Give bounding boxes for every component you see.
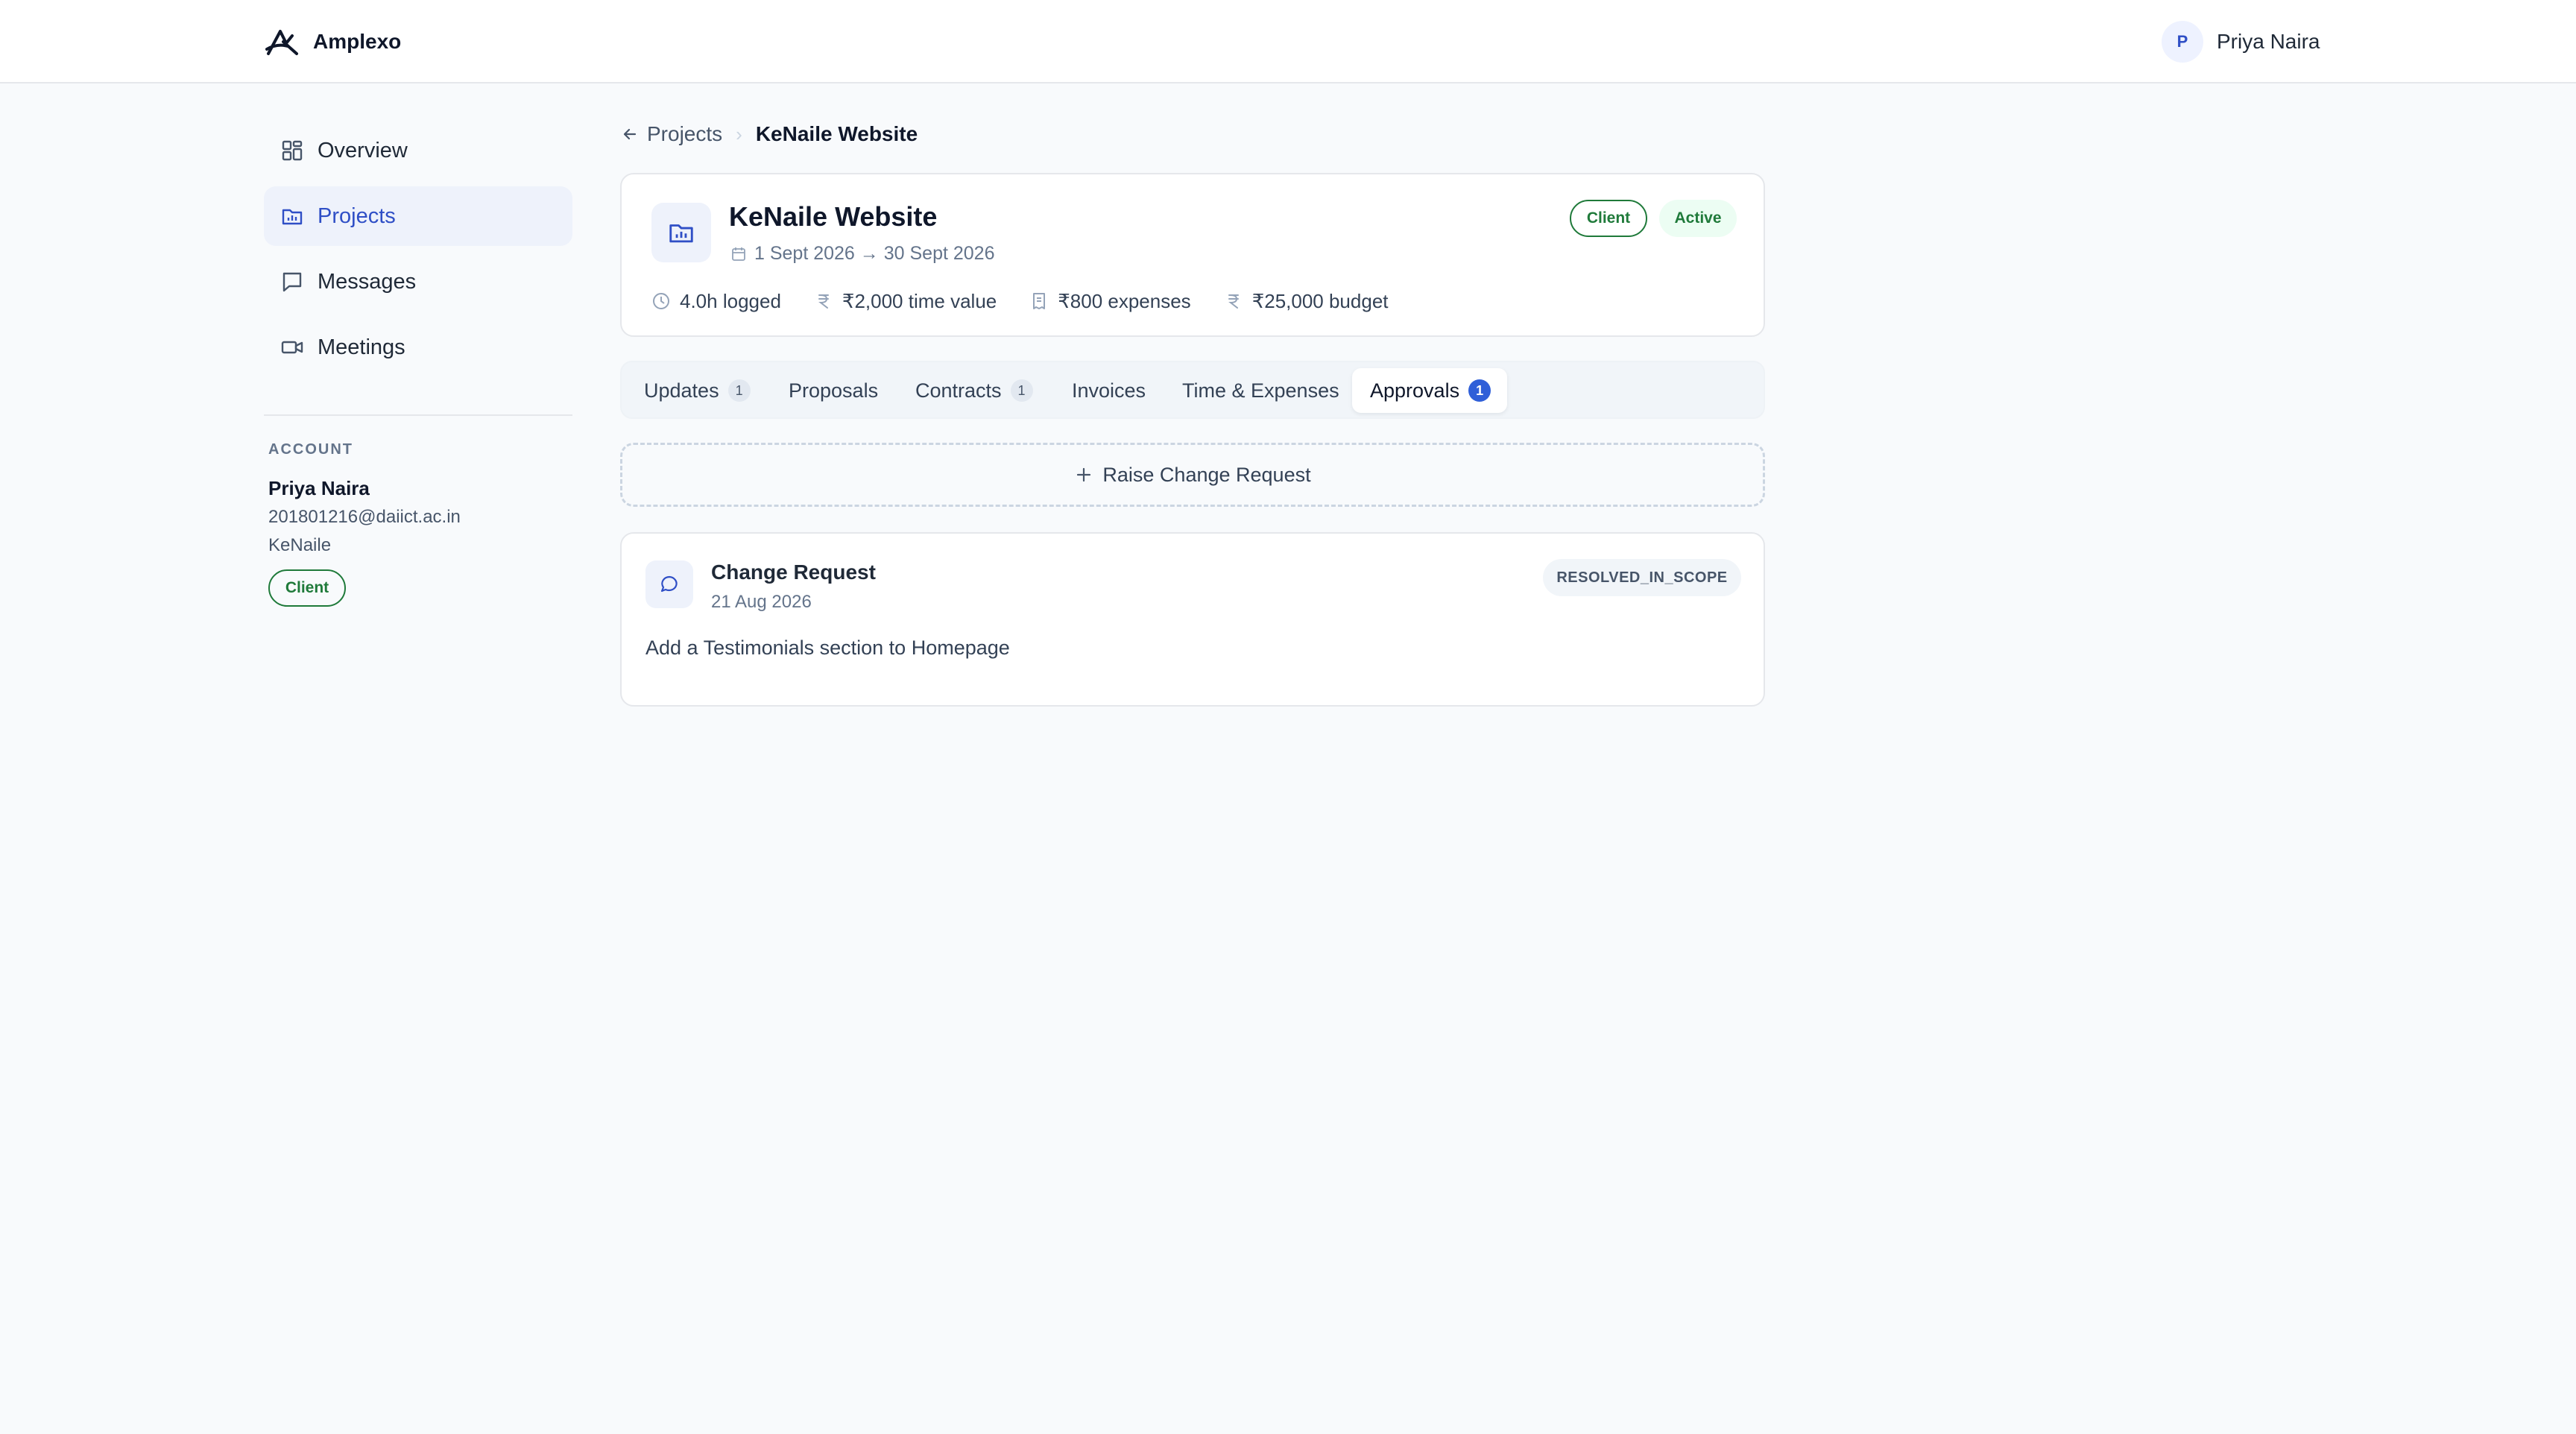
account-section-label: ACCOUNT: [268, 441, 353, 458]
logo-icon: [265, 30, 298, 55]
account-email: 201801216@daiict.ac.in: [268, 507, 461, 527]
folder-icon: [282, 209, 303, 225]
sidebar-item-messages[interactable]: Messages: [264, 252, 572, 312]
project-summary-card: KeNaile Website 1 Sept 2026 → 30 Sept 20…: [620, 173, 1765, 337]
stat-expenses: ₹800 expenses: [1029, 290, 1191, 313]
breadcrumb-projects-link[interactable]: Projects: [647, 122, 722, 146]
chat-bubble-icon: [645, 560, 693, 608]
stat-logged: 4.0h logged: [651, 290, 781, 313]
sidebar-divider: [264, 414, 572, 416]
project-tabs: Updates 1 Proposals Contracts 1 Invoices…: [620, 361, 1765, 419]
avatar: P: [2162, 21, 2203, 63]
tab-approvals[interactable]: Approvals 1: [1352, 368, 1507, 413]
change-request-status-badge: RESOLVED_IN_SCOPE: [1543, 559, 1741, 596]
tab-count-badge: 1: [1468, 379, 1491, 402]
breadcrumb: Projects › KeNaile Website: [620, 119, 918, 149]
project-dates: 1 Sept 2026 → 30 Sept 2026: [730, 243, 994, 265]
breadcrumb-current: KeNaile Website: [755, 122, 918, 145]
tab-count-badge: 1: [727, 379, 751, 402]
tab-time-expenses[interactable]: Time & Expenses: [1182, 368, 1346, 413]
tab-updates[interactable]: Updates 1: [644, 368, 763, 413]
sidebar-item-label: Projects: [318, 203, 396, 228]
sidebar-item-overview[interactable]: Overview: [264, 121, 572, 180]
rupee-icon: [1228, 294, 1239, 309]
account-name: Priya Naira: [268, 477, 370, 499]
top-bar: Amplexo P Priya Naira: [0, 0, 2576, 83]
tab-count-badge: 1: [1010, 379, 1033, 402]
message-icon: [282, 272, 302, 292]
grid-icon: [282, 140, 303, 161]
chevron-right-icon: ›: [736, 122, 742, 145]
tab-proposals[interactable]: Proposals: [789, 368, 893, 413]
arrow-left-icon[interactable]: [620, 124, 640, 144]
account-role-badge: Client: [268, 569, 346, 607]
project-role-badge: Client: [1570, 200, 1647, 237]
receipt-icon: [1033, 293, 1046, 309]
account-org: KeNaile: [268, 535, 332, 555]
raise-change-request-label: Raise Change Request: [1102, 463, 1311, 486]
change-request-card[interactable]: Change Request 21 Aug 2026 RESOLVED_IN_S…: [620, 532, 1765, 707]
user-name: Priya Naira: [2217, 30, 2320, 53]
user-menu[interactable]: P Priya Naira: [2162, 21, 2320, 63]
project-date-range: 1 Sept 2026 → 30 Sept 2026: [754, 243, 995, 264]
raise-change-request-button[interactable]: Raise Change Request: [620, 443, 1765, 507]
stat-time-value: ₹2,000 time value: [814, 290, 997, 313]
change-request-description: Add a Testimonials section to Homepage: [645, 637, 1010, 659]
video-icon: [281, 341, 303, 354]
sidebar-item-meetings[interactable]: Meetings: [264, 318, 572, 377]
plus-icon: [1077, 467, 1091, 482]
clock-icon: [653, 293, 669, 309]
app-name: Amplexo: [313, 30, 402, 53]
brand[interactable]: Amplexo: [265, 27, 401, 57]
project-title: KeNaile Website: [729, 201, 938, 232]
tab-contracts[interactable]: Contracts 1: [915, 368, 1057, 413]
sidebar-item-label: Overview: [318, 138, 408, 162]
project-stats: 4.0h logged ₹2,000 time value ₹800 expen…: [651, 286, 1421, 316]
sidebar-item-label: Meetings: [318, 335, 405, 359]
sidebar-item-label: Messages: [318, 269, 417, 294]
change-request-title: Change Request: [711, 560, 876, 584]
project-status-badge: Active: [1659, 200, 1737, 237]
tab-invoices[interactable]: Invoices: [1072, 368, 1161, 413]
stat-budget: ₹25,000 budget: [1224, 290, 1389, 313]
sidebar-item-projects[interactable]: Projects: [264, 186, 572, 246]
calendar-icon: [732, 247, 745, 261]
rupee-icon: [818, 294, 829, 309]
project-folder-icon: [651, 203, 711, 262]
change-request-date: 21 Aug 2026: [711, 592, 812, 612]
